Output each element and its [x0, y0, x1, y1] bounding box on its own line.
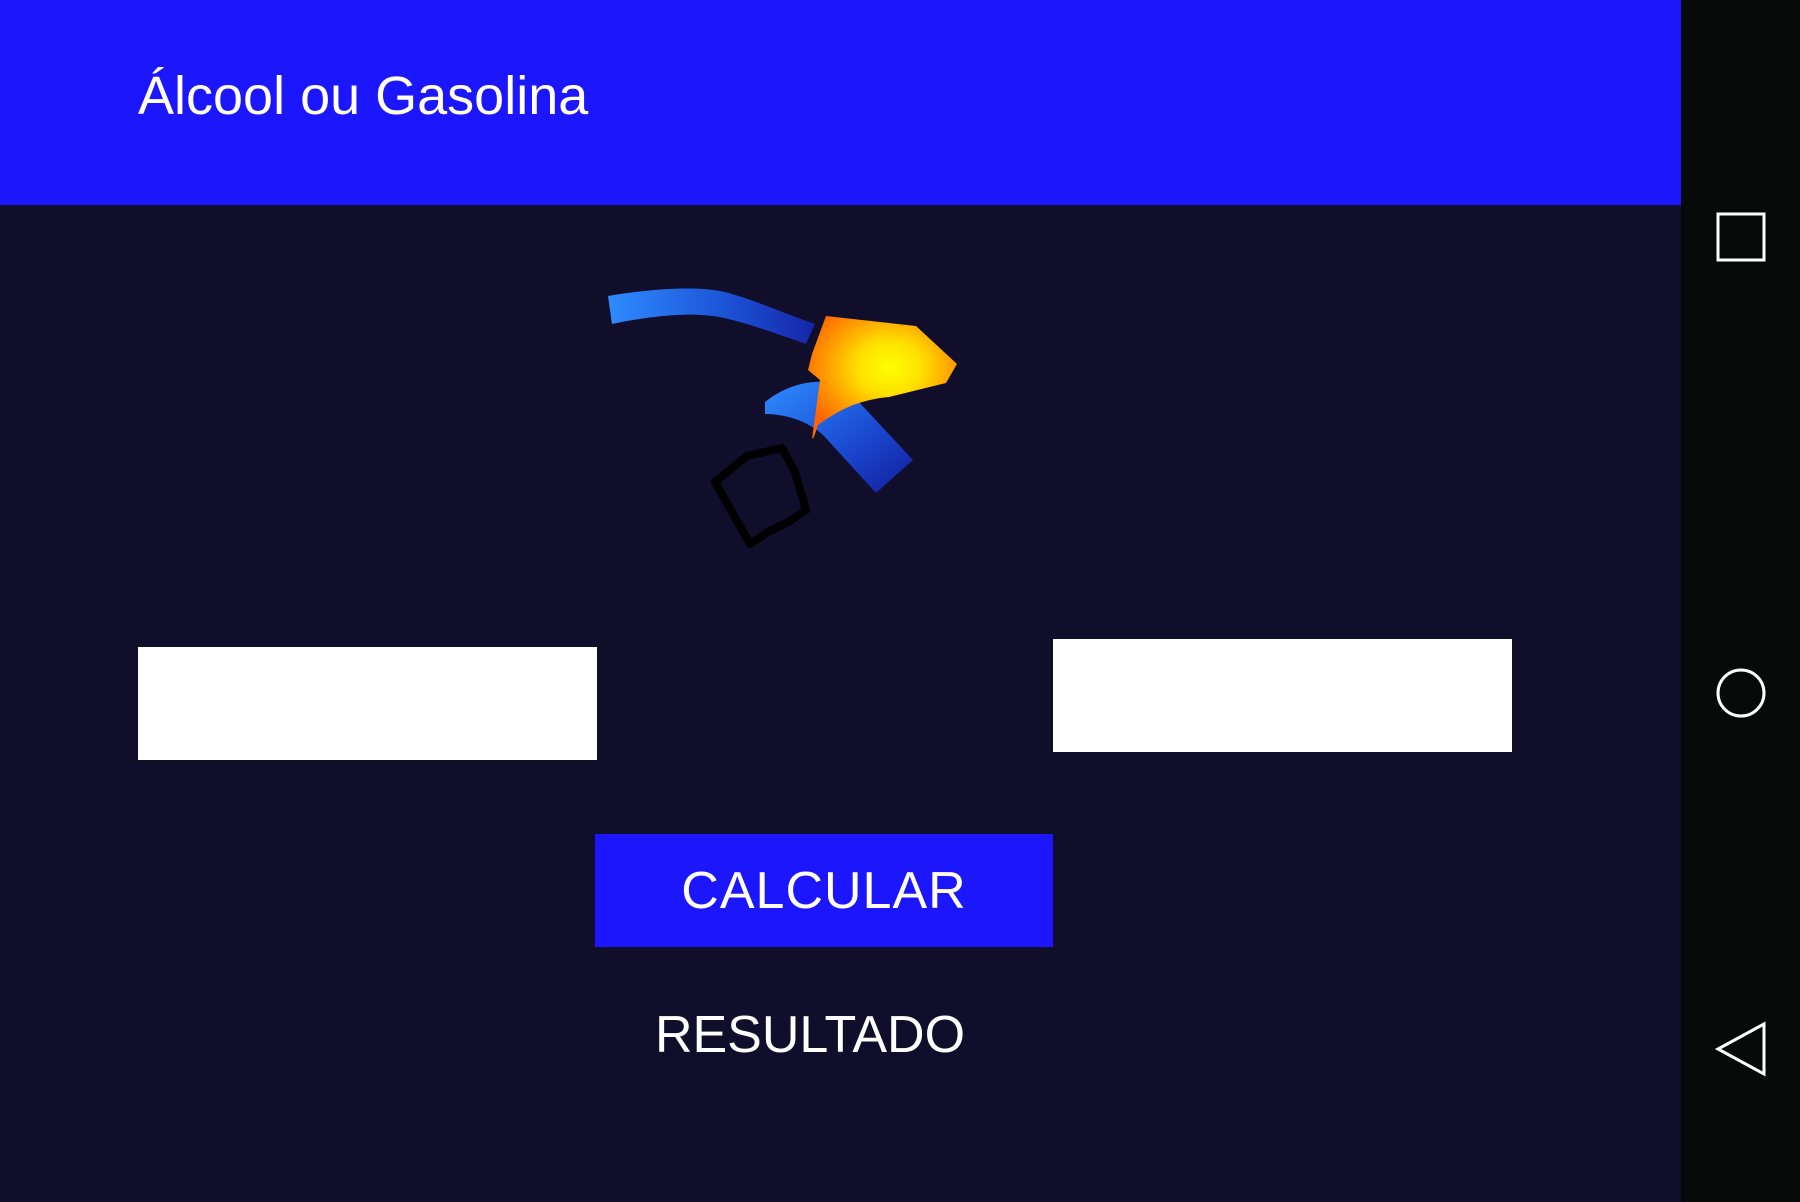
app-title: Álcool ou Gasolina: [138, 66, 589, 126]
app-bar: Álcool ou Gasolina: [0, 0, 1681, 205]
circle-icon: [1716, 668, 1765, 718]
home-button[interactable]: [1681, 638, 1800, 748]
square-icon: [1716, 212, 1765, 262]
app-screen: Álcool ou Gasolina CALCULAR RESULTADO: [0, 0, 1800, 1202]
recents-button[interactable]: [1681, 182, 1800, 292]
alcohol-price-input[interactable]: [138, 647, 597, 760]
nozzle-trigger-guard: [711, 444, 810, 548]
result-label: RESULTADO: [654, 1006, 966, 1064]
fuel-hose: [608, 288, 815, 344]
back-button[interactable]: [1681, 994, 1800, 1104]
triangle-back-icon: [1714, 1021, 1765, 1077]
fuel-pump-nozzle-icon: [608, 288, 957, 548]
gasoline-price-input[interactable]: [1053, 639, 1512, 752]
system-navigation-bar: [1681, 0, 1800, 1202]
calculate-button[interactable]: CALCULAR: [595, 834, 1053, 947]
